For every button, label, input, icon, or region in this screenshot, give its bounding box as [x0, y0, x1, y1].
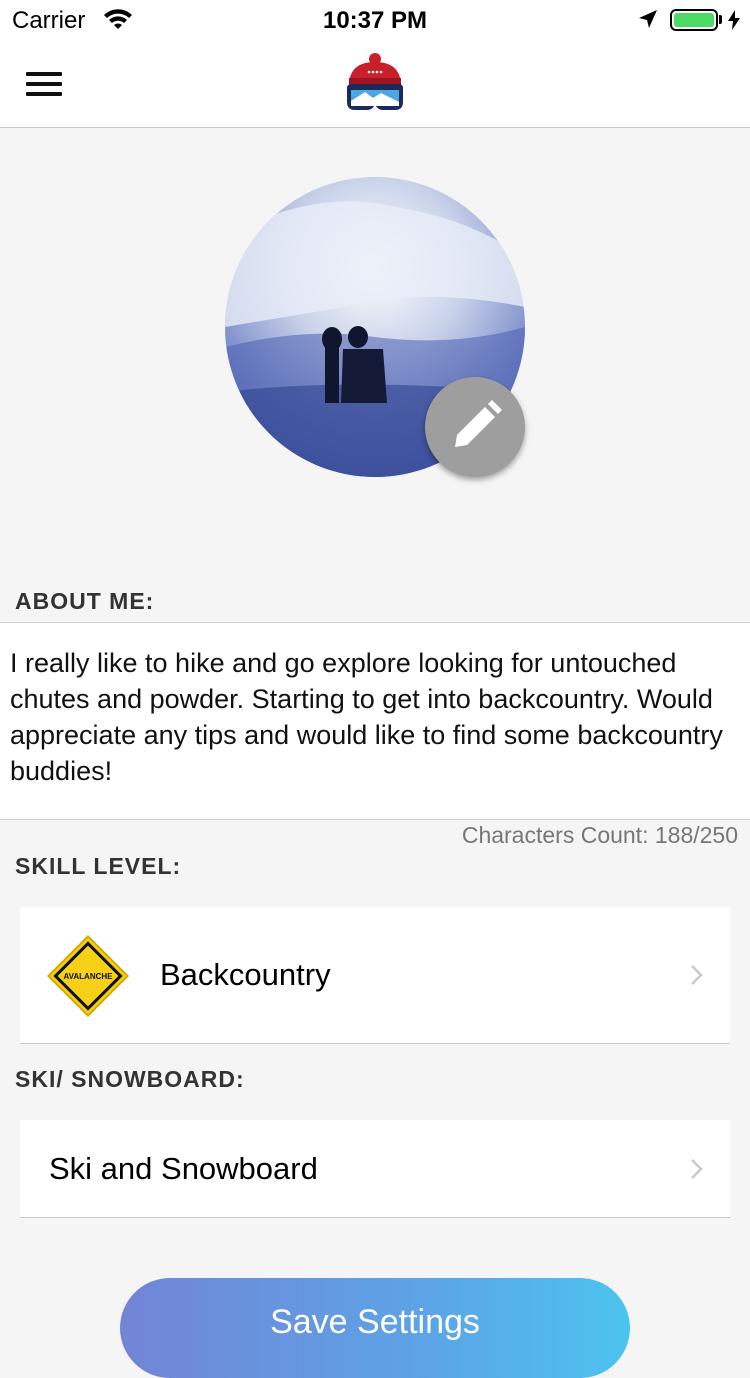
ski-snowboard-value: Ski and Snowboard — [49, 1151, 318, 1186]
ski-snowboard-row[interactable]: Ski and Snowboard — [20, 1120, 730, 1218]
location-arrow-icon — [639, 10, 657, 28]
about-me-textarea[interactable]: I really like to hike and go explore loo… — [0, 622, 750, 820]
avalanche-sign-icon: AVALANCHE — [46, 934, 130, 1018]
status-bar: Carrier 10:37 PM — [0, 0, 750, 40]
battery-icon — [670, 9, 718, 31]
pencil-icon — [455, 400, 502, 447]
chevron-right-icon — [691, 965, 703, 985]
characters-count: Characters Count: 188/250 — [461, 822, 738, 848]
hamburger-menu-icon[interactable] — [20, 64, 68, 104]
profile-photo-container — [225, 177, 525, 477]
charging-bolt-icon — [728, 10, 740, 30]
battery-cap — [719, 15, 722, 24]
skill-level-value: Backcountry — [160, 957, 331, 992]
avalanche-sign-text: AVALANCHE — [63, 972, 113, 981]
ski-snowboard-label: SKI/ SNOWBOARD: — [15, 1066, 245, 1092]
chevron-right-icon — [691, 1159, 703, 1179]
edit-photo-button[interactable] — [425, 377, 525, 477]
save-settings-button[interactable]: Save Settings — [120, 1278, 630, 1378]
beanie-goggles-logo-icon — [347, 53, 403, 110]
about-me-text[interactable]: I really like to hike and go explore loo… — [10, 645, 730, 789]
skill-level-row[interactable]: AVALANCHE Backcountry — [20, 907, 730, 1044]
nav-bar — [0, 40, 750, 128]
skill-level-label: SKILL LEVEL: — [15, 853, 182, 879]
about-me-label: ABOUT ME: — [15, 588, 155, 614]
